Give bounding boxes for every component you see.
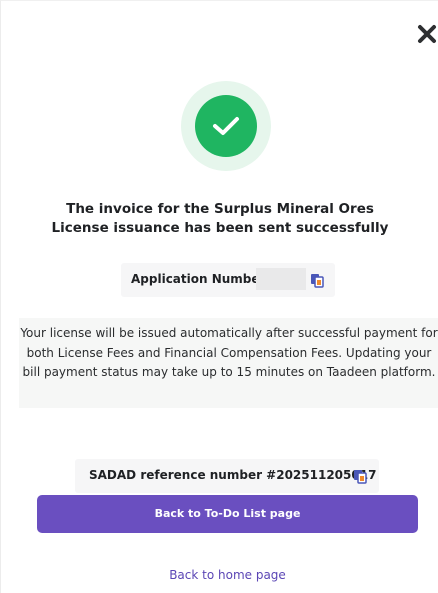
close-icon <box>418 25 436 43</box>
application-number-value <box>256 268 306 290</box>
back-to-todo-list-button[interactable]: Back to To-Do List page <box>37 495 418 533</box>
back-to-home-link[interactable]: Back to home page <box>37 568 418 582</box>
copy-application-number-button[interactable] <box>310 273 324 292</box>
close-button[interactable] <box>416 23 438 47</box>
success-modal: The invoice for the Surplus Mineral Ores… <box>0 0 438 593</box>
copy-sadad-reference-button[interactable] <box>353 469 367 488</box>
success-circle <box>195 95 257 157</box>
payment-info-text: Your license will be issued automaticall… <box>20 326 438 379</box>
sadad-reference-box: SADAD reference number #202511205017 <box>75 459 379 493</box>
success-indicator <box>181 81 271 171</box>
success-title: The invoice for the Surplus Mineral Ores… <box>51 201 389 236</box>
copy-icon <box>354 470 367 484</box>
application-number-box: Application Number <box>121 263 335 297</box>
copy-icon <box>311 274 324 288</box>
sadad-reference-label: SADAD reference number #202511205017 <box>89 468 377 482</box>
payment-info-box: Your license will be issued automaticall… <box>19 318 438 408</box>
checkmark-icon <box>213 117 239 135</box>
application-number-label: Application Number <box>131 272 266 286</box>
